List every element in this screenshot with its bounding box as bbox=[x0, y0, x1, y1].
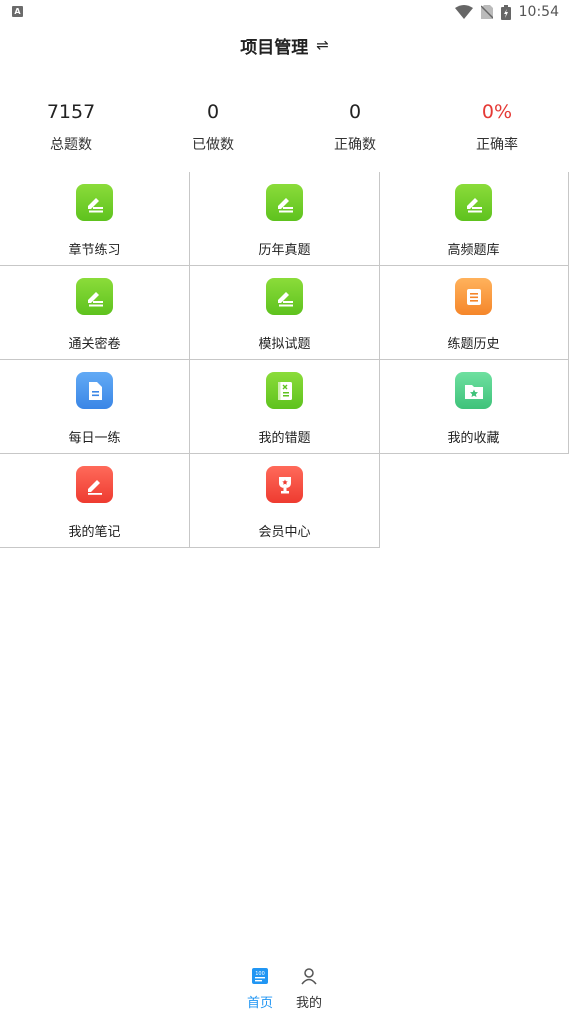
pencil-list-icon bbox=[76, 184, 113, 221]
stat-label: 总题数 bbox=[50, 137, 92, 153]
pencil-list-icon bbox=[455, 184, 492, 221]
status-bar: A 10:54 bbox=[0, 0, 569, 24]
stat-done: 0 已做数 bbox=[143, 98, 283, 154]
grid-item-my-favorites[interactable]: 我的收藏 bbox=[379, 360, 569, 454]
stat-value: 0% bbox=[481, 101, 513, 123]
no-sim-icon bbox=[480, 5, 493, 19]
pencil-list-icon bbox=[266, 184, 303, 221]
nav-item-home[interactable]: 100 首页 bbox=[235, 967, 285, 1011]
grid-item-label: 通关密卷 bbox=[68, 337, 121, 352]
grid-item-label: 我的收藏 bbox=[447, 431, 500, 446]
stat-total-questions: 7157 总题数 bbox=[1, 98, 141, 154]
svg-text:100: 100 bbox=[255, 971, 265, 977]
stat-correct: 0 正确数 bbox=[285, 98, 425, 154]
user-icon bbox=[301, 968, 317, 985]
grid-item-chapter-practice[interactable]: 章节练习 bbox=[0, 172, 190, 266]
home-icon: 100 bbox=[252, 968, 268, 984]
pencil-list-icon bbox=[266, 278, 303, 315]
pencil-icon bbox=[76, 466, 113, 503]
grid-item-label: 每日一练 bbox=[68, 431, 121, 446]
grid-item-label: 模拟试题 bbox=[258, 337, 311, 352]
status-time: 10:54 bbox=[518, 4, 559, 20]
scroll-icon bbox=[455, 278, 492, 315]
grid-item-label: 我的笔记 bbox=[68, 525, 121, 540]
wrong-book-icon bbox=[266, 372, 303, 409]
grid-item-label: 章节练习 bbox=[68, 243, 121, 258]
switch-arrows-icon[interactable]: ⇌ bbox=[316, 36, 329, 54]
stat-label: 已做数 bbox=[192, 137, 234, 153]
stat-label: 正确数 bbox=[334, 137, 376, 153]
document-icon bbox=[76, 372, 113, 409]
trophy-icon bbox=[266, 466, 303, 503]
star-folder-icon bbox=[455, 372, 492, 409]
grid-item-frequent-bank[interactable]: 高频题库 bbox=[379, 172, 569, 266]
bottom-nav: 100 首页 我的 bbox=[0, 961, 569, 1013]
stat-value: 0 bbox=[206, 101, 220, 123]
nav-item-mine[interactable]: 我的 bbox=[284, 967, 334, 1011]
grid-item-label: 会员中心 bbox=[258, 525, 311, 540]
grid-item-practice-history[interactable]: 练题历史 bbox=[379, 266, 569, 360]
grid-item-label: 高频题库 bbox=[447, 243, 500, 258]
stat-value: 0 bbox=[348, 101, 362, 123]
stat-label: 正确率 bbox=[476, 137, 518, 153]
stat-value: 7157 bbox=[46, 101, 96, 123]
pencil-list-icon bbox=[76, 278, 113, 315]
grid-item-label: 我的错题 bbox=[258, 431, 311, 446]
header: 项目管理 ⇌ bbox=[0, 30, 569, 60]
notification-a-icon: A bbox=[12, 6, 23, 17]
grid-item-label: 练题历史 bbox=[447, 337, 500, 352]
grid-item-secret-paper[interactable]: 通关密卷 bbox=[0, 266, 190, 360]
wifi-icon bbox=[454, 5, 473, 19]
stats-summary: 7157 总题数 0 已做数 0 正确数 0% 正确率 bbox=[0, 98, 569, 158]
grid-item-my-notes[interactable]: 我的笔记 bbox=[0, 454, 190, 548]
nav-label: 我的 bbox=[295, 996, 322, 1011]
grid-item-daily-practice[interactable]: 每日一练 bbox=[0, 360, 190, 454]
grid-item-past-exams[interactable]: 历年真题 bbox=[190, 172, 380, 266]
grid-item-mock-exam[interactable]: 模拟试题 bbox=[190, 266, 380, 360]
grid-item-member-center[interactable]: 会员中心 bbox=[190, 454, 380, 548]
grid-item-label: 历年真题 bbox=[258, 243, 311, 258]
nav-label: 首页 bbox=[246, 996, 273, 1011]
battery-icon bbox=[500, 4, 511, 20]
grid-item-wrong-questions[interactable]: 我的错题 bbox=[190, 360, 380, 454]
stat-accuracy: 0% 正确率 bbox=[427, 98, 567, 154]
page-title: 项目管理 bbox=[240, 37, 309, 58]
